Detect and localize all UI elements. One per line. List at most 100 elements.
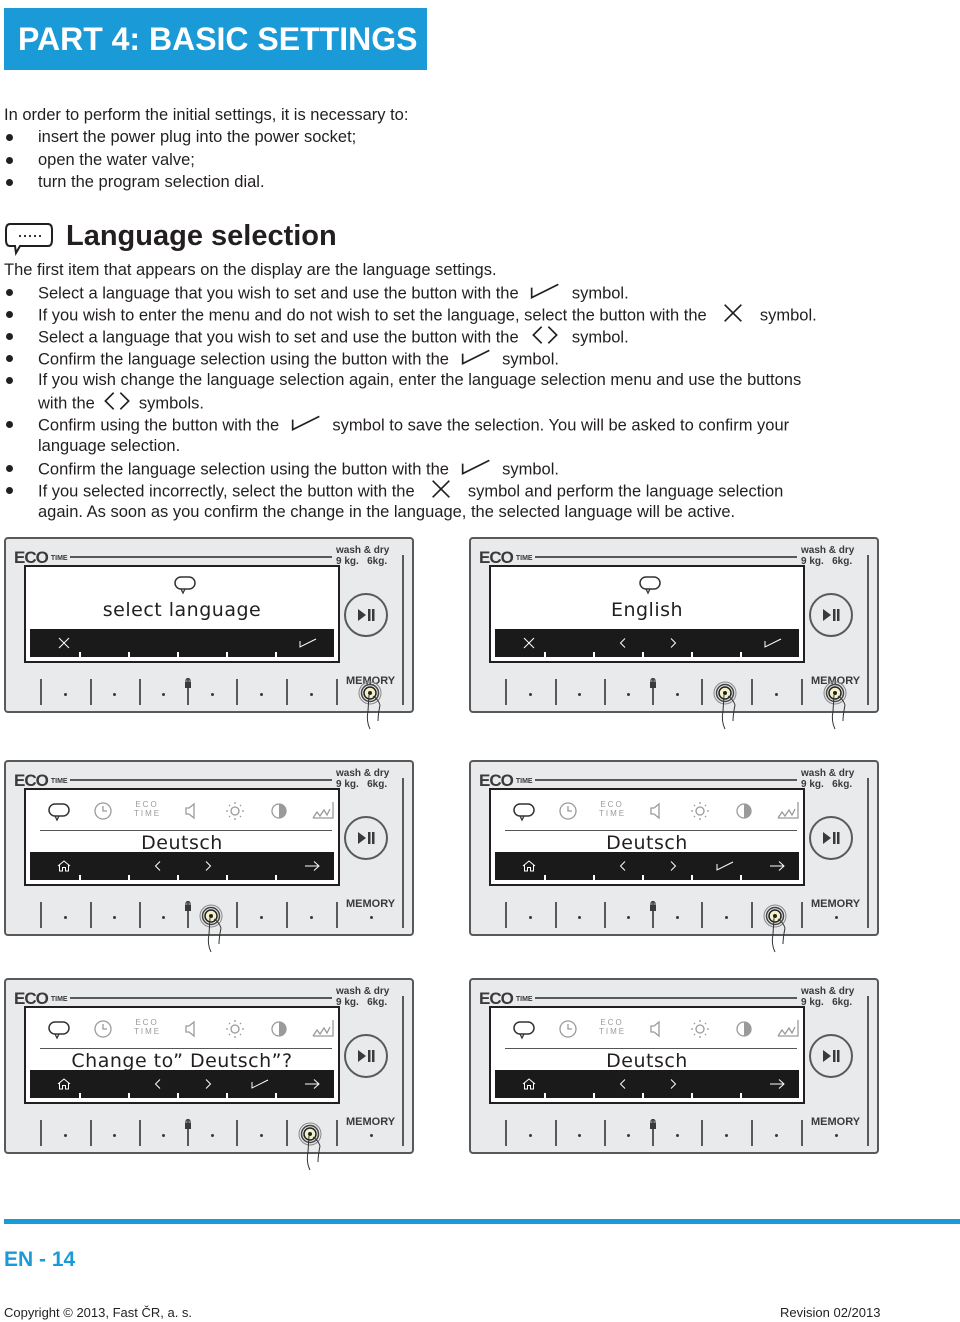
button-dot[interactable] <box>64 693 67 696</box>
divider <box>402 778 404 928</box>
bullet <box>6 465 13 472</box>
button-dot[interactable] <box>835 1134 838 1137</box>
memory-label: MEMORY <box>811 1116 861 1128</box>
arrow-right-icon[interactable] <box>767 856 787 876</box>
button-dot[interactable] <box>578 1134 581 1137</box>
close-icon[interactable] <box>54 633 74 653</box>
button-dot[interactable] <box>676 916 679 919</box>
home-icon[interactable] <box>54 856 74 876</box>
button-dot[interactable] <box>578 916 581 919</box>
button-dot[interactable] <box>211 1134 214 1137</box>
bullet <box>6 179 13 186</box>
button-dot[interactable] <box>627 916 630 919</box>
softkey-tick <box>128 875 130 880</box>
button-dot[interactable] <box>260 693 263 696</box>
arrow-right-icon[interactable] <box>302 856 322 876</box>
button-dot[interactable] <box>260 1134 263 1137</box>
play-pause-button[interactable] <box>809 816 853 860</box>
button-dot[interactable] <box>775 1134 778 1137</box>
button-dot[interactable] <box>627 693 630 696</box>
brightness-icon <box>222 800 248 822</box>
chevron-left-icon[interactable] <box>613 633 633 653</box>
button-dot[interactable] <box>113 1134 116 1137</box>
chevron-right-icon[interactable] <box>663 633 683 653</box>
button-dot[interactable] <box>162 693 165 696</box>
home-icon[interactable] <box>519 1074 539 1094</box>
chevron-left-icon[interactable] <box>613 1074 633 1094</box>
check-icon[interactable] <box>763 633 783 653</box>
home-icon[interactable] <box>54 1074 74 1094</box>
arrow-right-icon[interactable] <box>302 1074 322 1094</box>
check-icon[interactable] <box>715 856 735 876</box>
button-dot[interactable] <box>529 1134 532 1137</box>
button-dot[interactable] <box>64 916 67 919</box>
finger-press-icon[interactable] <box>197 904 225 954</box>
close-icon <box>715 303 751 329</box>
button-separator <box>90 679 92 705</box>
button-dot[interactable] <box>725 1134 728 1137</box>
play-pause-button[interactable] <box>344 1034 388 1078</box>
button-dot[interactable] <box>211 693 214 696</box>
softkey-tick <box>642 875 644 880</box>
speech-bubble-icon <box>511 1018 537 1040</box>
eco-time-sub: TIME <box>50 996 68 1004</box>
finger-press-icon[interactable] <box>296 1122 324 1172</box>
finger-press-icon[interactable] <box>356 681 384 731</box>
close-icon[interactable] <box>519 633 539 653</box>
button-dot[interactable] <box>162 916 165 919</box>
button-dot[interactable] <box>775 693 778 696</box>
button-dot[interactable] <box>676 693 679 696</box>
chevron-right-icon[interactable] <box>198 1074 218 1094</box>
button-dot[interactable] <box>835 916 838 919</box>
softkey-tick <box>593 652 595 657</box>
button-separator <box>236 1120 238 1146</box>
button-separator <box>505 679 507 705</box>
factory-reset-icon <box>310 1018 336 1040</box>
button-dot[interactable] <box>529 693 532 696</box>
chevron-left-icon[interactable] <box>148 856 168 876</box>
bullet <box>6 156 13 164</box>
finger-press-icon[interactable] <box>761 904 789 954</box>
button-dot[interactable] <box>113 693 116 696</box>
button-dot[interactable] <box>370 1134 373 1137</box>
chevron-right-icon[interactable] <box>663 856 683 876</box>
model-label: wash & dry 9 kg. 6kg. <box>801 768 855 790</box>
divider <box>867 778 869 928</box>
button-dot[interactable] <box>310 693 313 696</box>
button-dot[interactable] <box>725 916 728 919</box>
arrow-right-icon[interactable] <box>767 1074 787 1094</box>
eco-time-sub: TIME <box>515 555 533 563</box>
display-screen: ECO TIME Change to” Deutsch”? <box>24 1006 340 1104</box>
button-dot[interactable] <box>676 1134 679 1137</box>
display-text: English <box>610 599 684 621</box>
eco-time-icon: ECO TIME <box>599 800 627 818</box>
revision: Revision 02/2013 <box>780 1305 881 1320</box>
play-pause-button[interactable] <box>809 593 853 637</box>
bullet <box>6 377 13 384</box>
chevron-right-icon[interactable] <box>198 856 218 876</box>
button-dot[interactable] <box>64 1134 67 1137</box>
button-dot[interactable] <box>113 916 116 919</box>
speech-bubble-icon <box>511 800 537 822</box>
softkey-tick <box>275 652 277 657</box>
button-dot[interactable] <box>578 693 581 696</box>
finger-press-icon[interactable] <box>821 681 849 731</box>
button-dot[interactable] <box>260 916 263 919</box>
play-pause-button[interactable] <box>809 1034 853 1078</box>
button-dot[interactable] <box>310 916 313 919</box>
display-text: Deutsch <box>141 832 223 854</box>
chevron-left-icon[interactable] <box>148 1074 168 1094</box>
home-icon[interactable] <box>519 856 539 876</box>
chevron-right-icon[interactable] <box>663 1074 683 1094</box>
button-dot[interactable] <box>529 916 532 919</box>
finger-press-icon[interactable] <box>711 681 739 731</box>
button-separator <box>801 1120 803 1146</box>
button-dot[interactable] <box>627 1134 630 1137</box>
play-pause-button[interactable] <box>344 593 388 637</box>
play-pause-button[interactable] <box>344 816 388 860</box>
button-dot[interactable] <box>370 916 373 919</box>
button-dot[interactable] <box>162 1134 165 1137</box>
check-icon[interactable] <box>298 633 318 653</box>
check-icon[interactable] <box>250 1074 270 1094</box>
chevron-left-icon[interactable] <box>613 856 633 876</box>
